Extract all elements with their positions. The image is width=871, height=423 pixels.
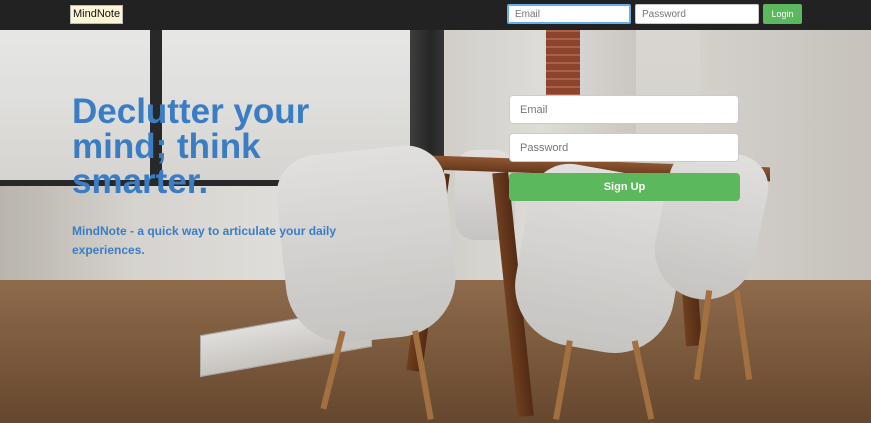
signup-password-input[interactable] bbox=[509, 133, 739, 162]
brand-logo[interactable]: MindNote bbox=[70, 5, 124, 24]
navbar-password-input[interactable] bbox=[635, 4, 759, 24]
signup-button[interactable]: Sign Up bbox=[509, 173, 740, 201]
signup-email-input[interactable] bbox=[509, 95, 739, 124]
navbar: MindNote Login bbox=[0, 0, 871, 30]
hero-tagline: MindNote - a quick way to articulate you… bbox=[72, 224, 337, 257]
navbar-email-input[interactable] bbox=[507, 4, 631, 24]
login-button[interactable]: Login bbox=[763, 4, 802, 24]
hero-headline: Declutter your mind; think smarter. bbox=[72, 92, 310, 201]
